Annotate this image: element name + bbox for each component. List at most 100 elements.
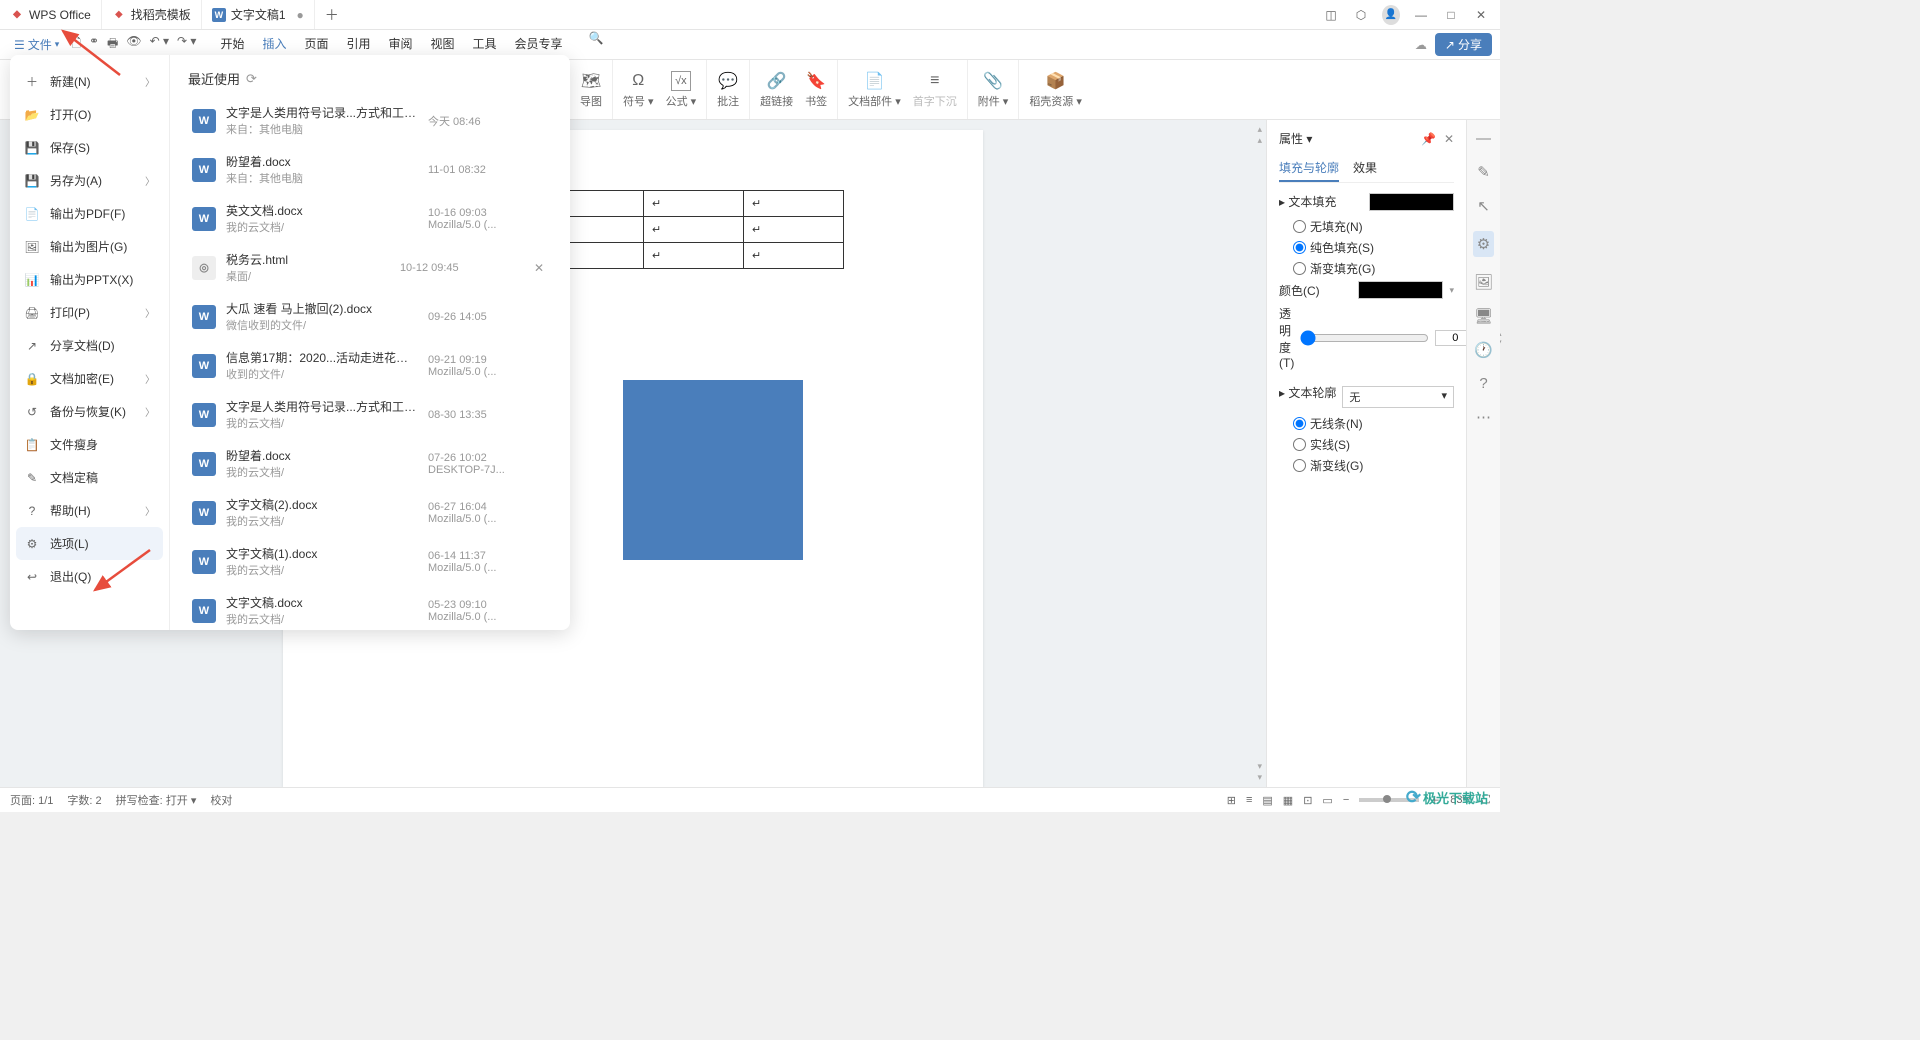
ribbon-mindmap[interactable]: 🗺导图 (580, 71, 602, 109)
file-menu-item-14[interactable]: ⚙选项(L) (16, 527, 163, 560)
link-icon[interactable]: ⚭ (89, 34, 99, 55)
radio-gradient-line[interactable]: 渐变线(G) (1293, 457, 1454, 474)
tab-review[interactable]: 审阅 (389, 31, 413, 58)
table-cell[interactable]: ↵ (744, 243, 844, 269)
view-6-icon[interactable]: ▭ (1322, 794, 1332, 807)
tab-reference[interactable]: 引用 (346, 31, 370, 58)
file-menu-item-10[interactable]: ↺备份与恢复(K)〉 (10, 395, 169, 428)
cloud-icon[interactable]: ☁ (1415, 38, 1427, 52)
radio-gradient-fill[interactable]: 渐变填充(G) (1293, 260, 1454, 277)
radio-solid-fill[interactable]: 纯色填充(S) (1293, 239, 1454, 256)
page-indicator[interactable]: 页面: 1/1 (10, 792, 53, 808)
app-tab-document[interactable]: W 文字文稿1 ● (202, 0, 315, 29)
recent-file-item[interactable]: W 盼望着.docx我的云文档/ 07-26 10:02DESKTOP-7J..… (188, 439, 552, 488)
minimize-button[interactable]: — (1412, 8, 1430, 22)
proofread[interactable]: 校对 (210, 792, 232, 808)
view-2-icon[interactable]: ≡ (1246, 794, 1252, 806)
gallery-icon[interactable]: 🖼 (1474, 273, 1493, 291)
clock-icon[interactable]: 🕐 (1474, 341, 1493, 359)
radio-no-line[interactable]: 无线条(N) (1293, 415, 1454, 432)
ribbon-resources[interactable]: 📦稻壳资源 ▾ (1029, 71, 1082, 109)
window-icon-1[interactable]: ◫ (1322, 8, 1340, 22)
recent-file-item[interactable]: W 英文文档.docx我的云文档/ 10-16 09:03Mozilla/5.0… (188, 194, 552, 243)
ribbon-bookmark[interactable]: 🔖书签 (805, 71, 827, 109)
section-text-fill[interactable]: ▸ 文本填充 (1279, 193, 1454, 210)
file-menu-item-11[interactable]: 📋文件瘦身 (10, 428, 169, 461)
ribbon-comment[interactable]: 💬批注 (717, 71, 739, 109)
table-cell[interactable]: ↵ (644, 243, 744, 269)
avatar[interactable]: 👤 (1382, 5, 1400, 25)
maximize-button[interactable]: □ (1442, 8, 1460, 22)
preview-icon[interactable]: 👁 (126, 34, 141, 55)
close-tab-icon[interactable]: ● (297, 8, 304, 22)
undo-icon[interactable]: ↶ ▾ (150, 34, 169, 55)
search-icon[interactable]: 🔍 (589, 31, 604, 58)
help-icon[interactable]: ? (1479, 375, 1487, 392)
ribbon-attachment[interactable]: 📎附件 ▾ (978, 71, 1009, 109)
close-panel-icon[interactable]: ✕ (1444, 132, 1454, 146)
close-button[interactable]: ✕ (1472, 8, 1490, 22)
tab-insert[interactable]: 插入 (262, 31, 286, 58)
tab-tools[interactable]: 工具 (473, 31, 497, 58)
opacity-slider[interactable] (1300, 330, 1429, 346)
outline-select[interactable]: 无▾ (1342, 386, 1454, 408)
file-menu-item-1[interactable]: 📂打开(O) (10, 98, 169, 131)
recent-file-item[interactable]: W 大瓜 速看 马上撤回(2).docx微信收到的文件/ 09-26 14:05 (188, 292, 552, 341)
file-menu-item-8[interactable]: ↗分享文档(D) (10, 329, 169, 362)
table-cell[interactable]: ↵ (644, 217, 744, 243)
recent-file-item[interactable]: W 文字文稿(1).docx我的云文档/ 06-14 11:37Mozilla/… (188, 537, 552, 586)
file-menu-item-12[interactable]: ✎文档定稿 (10, 461, 169, 494)
file-menu-item-9[interactable]: 🔒文档加密(E)〉 (10, 362, 169, 395)
file-menu-item-13[interactable]: ?帮助(H)〉 (10, 494, 169, 527)
app-tab-wps[interactable]: ◆ WPS Office (0, 0, 102, 29)
tab-effects[interactable]: 效果 (1353, 155, 1377, 182)
more-icon[interactable]: ⋯ (1476, 408, 1491, 426)
recent-file-item[interactable]: W 文字文稿(2).docx我的云文档/ 06-27 16:04Mozilla/… (188, 488, 552, 537)
view-1-icon[interactable]: ⊞ (1227, 794, 1236, 807)
ribbon-symbol[interactable]: Ω符号 ▾ (623, 71, 654, 109)
file-menu-item-5[interactable]: 🖼输出为图片(G) (10, 230, 169, 263)
share-button[interactable]: ↗ 分享 (1435, 33, 1492, 56)
ribbon-formula[interactable]: √x公式 ▾ (666, 71, 697, 109)
file-menu-item-15[interactable]: ↩退出(Q) (10, 560, 169, 593)
settings-icon[interactable]: ⚙ (1473, 231, 1494, 257)
file-menu-item-0[interactable]: ＋新建(N)〉 (10, 65, 169, 98)
radio-no-fill[interactable]: 无填充(N) (1293, 218, 1454, 235)
remove-recent-icon[interactable]: ✕ (530, 261, 548, 275)
table-cell[interactable]: ↵ (644, 191, 744, 217)
add-tab-button[interactable]: ＋ (315, 5, 349, 25)
word-count[interactable]: 字数: 2 (67, 792, 101, 808)
tab-view[interactable]: 视图 (431, 31, 455, 58)
tab-member[interactable]: 会员专享 (515, 31, 563, 58)
screen-icon[interactable]: 🖥 (1474, 307, 1493, 325)
radio-solid-line[interactable]: 实线(S) (1293, 436, 1454, 453)
recent-file-item[interactable]: W 文字是人类用符号记录...方式和工具.docx我的云文档/ 08-30 13… (188, 390, 552, 439)
color-picker[interactable] (1358, 281, 1443, 299)
tab-start[interactable]: 开始 (220, 31, 244, 58)
recent-file-item[interactable]: W 文字文稿.docx我的云文档/ 05-23 09:10Mozilla/5.0… (188, 586, 552, 630)
select-icon[interactable]: ↖ (1477, 197, 1490, 215)
recent-file-item[interactable]: ◎ 税务云.html桌面/ 10-12 09:45 ✕ (188, 243, 552, 292)
file-menu-item-3[interactable]: 💾另存为(A)〉 (10, 164, 169, 197)
section-text-outline[interactable]: ▸ 文本轮廓 (1279, 384, 1336, 401)
file-menu-item-4[interactable]: 📄输出为PDF(F) (10, 197, 169, 230)
zoom-out[interactable]: − (1343, 794, 1349, 806)
recent-file-item[interactable]: W 信息第17期：2020...活动走进花溪区.doc收到的文件/ 09-21 … (188, 341, 552, 390)
file-menu-button[interactable]: ☰ 文件 ▾ (8, 34, 65, 55)
tab-fill-outline[interactable]: 填充与轮廓 (1279, 155, 1339, 182)
file-menu-item-6[interactable]: 📊输出为PPTX(X) (10, 263, 169, 296)
view-3-icon[interactable]: ▤ (1262, 794, 1272, 807)
save-icon[interactable]: 🗋 (71, 34, 81, 55)
tab-page[interactable]: 页面 (304, 31, 328, 58)
print-icon[interactable]: 🖶 (107, 34, 118, 55)
table-cell[interactable]: ↵ (744, 217, 844, 243)
table-cell[interactable]: ↵ (744, 191, 844, 217)
recent-file-item[interactable]: W 文字是人类用符号记录...方式和工具.docx来自：其他电脑 今天 08:4… (188, 96, 552, 145)
edit-icon[interactable]: ✎ (1477, 163, 1490, 181)
app-tab-template[interactable]: ◆ 找稻壳模板 (102, 0, 202, 29)
collapse-icon[interactable]: — (1476, 130, 1491, 147)
file-menu-item-7[interactable]: 🖨打印(P)〉 (10, 296, 169, 329)
redo-icon[interactable]: ↷ ▾ (177, 34, 196, 55)
ribbon-docparts[interactable]: 📄文档部件 ▾ (848, 71, 901, 109)
ribbon-hyperlink[interactable]: 🔗超链接 (760, 71, 793, 109)
